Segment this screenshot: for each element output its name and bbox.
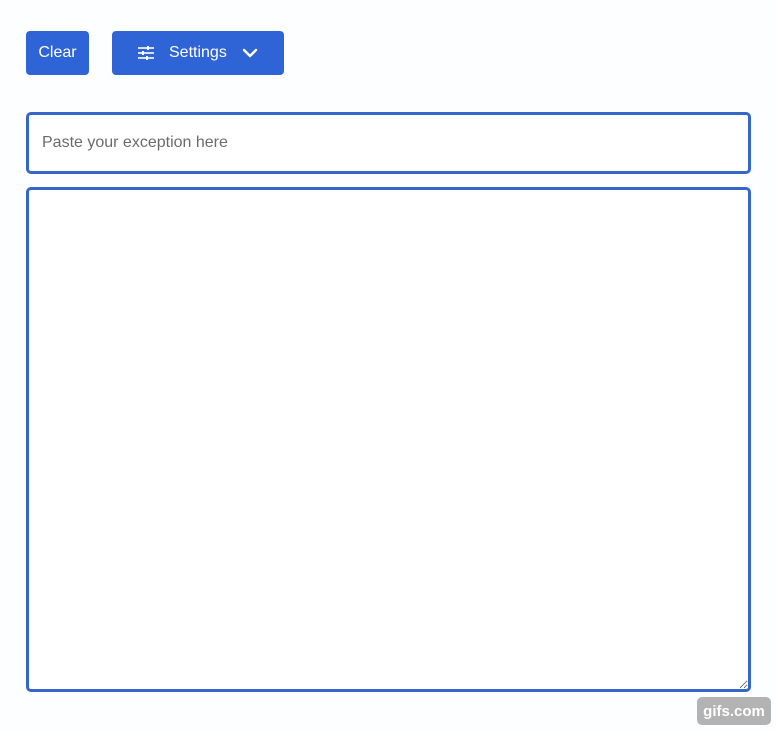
clear-button[interactable]: Clear [26, 31, 89, 75]
settings-dropdown-button[interactable]: Settings [112, 31, 284, 75]
page: Clear Settings gifs.com [0, 0, 776, 730]
sliders-icon [137, 45, 155, 61]
settings-label: Settings [169, 44, 227, 61]
output-textarea[interactable] [26, 187, 751, 692]
gifs-watermark: gifs.com [697, 697, 771, 725]
chevron-down-icon [242, 45, 258, 61]
exception-input[interactable] [26, 112, 751, 174]
toolbar: Clear Settings [26, 31, 284, 75]
